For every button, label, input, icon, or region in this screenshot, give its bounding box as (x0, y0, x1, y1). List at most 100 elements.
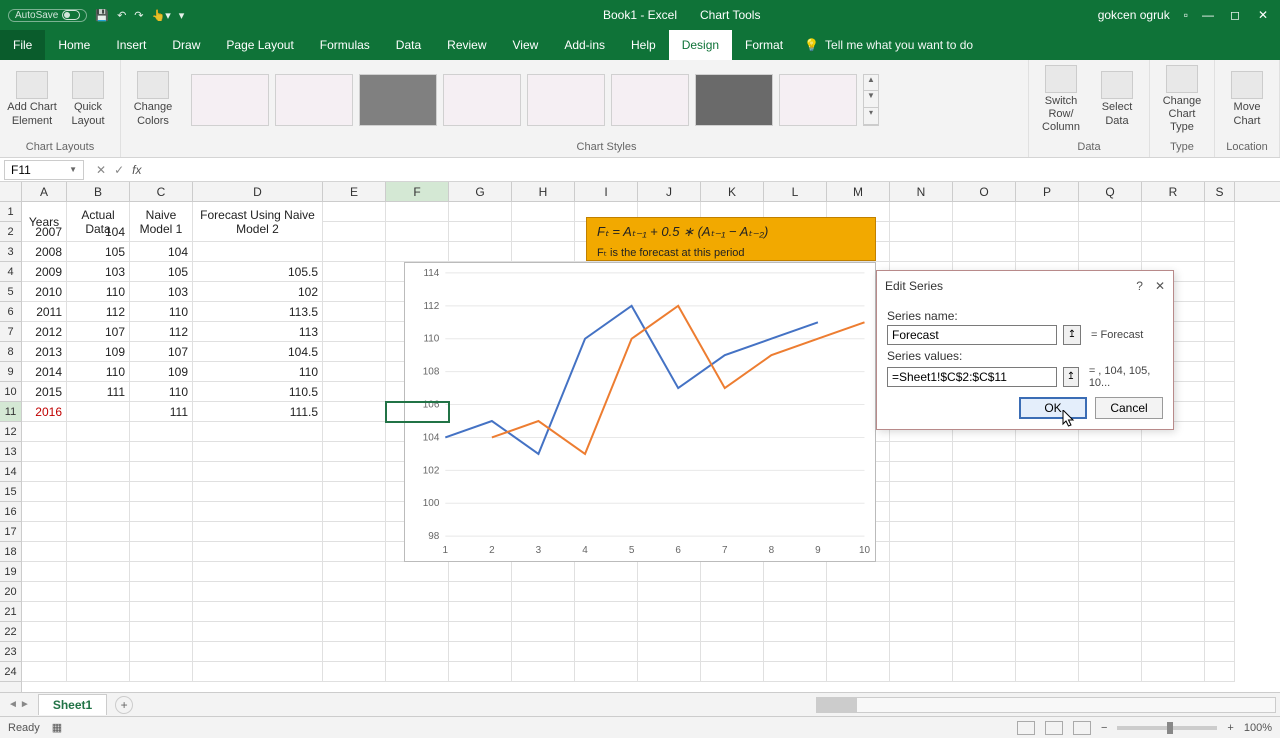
dialog-help-icon[interactable]: ? (1136, 279, 1143, 293)
collapse-range-icon[interactable]: ↥ (1063, 325, 1081, 345)
user-name[interactable]: gokcen ogruk (1098, 8, 1170, 22)
cell-D8[interactable]: 104.5 (193, 342, 323, 362)
cell-A7[interactable]: 2012 (22, 322, 67, 342)
cell-C9[interactable]: 109 (130, 362, 193, 382)
row-header-21[interactable]: 21 (0, 602, 21, 622)
collapse-range-icon[interactable]: ↥ (1063, 367, 1079, 387)
cell-D5[interactable]: 102 (193, 282, 323, 302)
cell-D6[interactable]: 113.5 (193, 302, 323, 322)
dialog-close-icon[interactable]: ✕ (1155, 279, 1165, 293)
row-header-3[interactable]: 3 (0, 242, 21, 262)
cell-B7[interactable]: 107 (67, 322, 130, 342)
row-header-1[interactable]: 1 (0, 202, 21, 222)
customize-qat-icon[interactable]: ▾ (179, 9, 185, 22)
row-header-5[interactable]: 5 (0, 282, 21, 302)
tab-design[interactable]: Design (669, 30, 732, 60)
change-colors-button[interactable]: Change Colors (127, 64, 179, 136)
horizontal-scrollbar[interactable] (133, 697, 1280, 713)
cell-A4[interactable]: 2009 (22, 262, 67, 282)
cell-C7[interactable]: 112 (130, 322, 193, 342)
col-header-C[interactable]: C (130, 182, 193, 201)
col-header-P[interactable]: P (1016, 182, 1079, 201)
cell-B8[interactable]: 109 (67, 342, 130, 362)
row-header-18[interactable]: 18 (0, 542, 21, 562)
row-header-14[interactable]: 14 (0, 462, 21, 482)
col-header-R[interactable]: R (1142, 182, 1205, 201)
col-header-Q[interactable]: Q (1079, 182, 1142, 201)
redo-icon[interactable]: ↷ (134, 9, 143, 22)
cell-A2[interactable]: 2007 (22, 222, 67, 242)
cell-C6[interactable]: 110 (130, 302, 193, 322)
row-header-12[interactable]: 12 (0, 422, 21, 442)
add-sheet-button[interactable]: + (115, 696, 133, 714)
chart-style-gallery[interactable]: ▲▼▾ (191, 74, 879, 126)
col-header-J[interactable]: J (638, 182, 701, 201)
row-header-22[interactable]: 22 (0, 622, 21, 642)
col-header-G[interactable]: G (449, 182, 512, 201)
cell-D4[interactable]: 105.5 (193, 262, 323, 282)
save-icon[interactable]: 💾 (95, 9, 109, 22)
page-break-view-icon[interactable] (1073, 721, 1091, 735)
undo-icon[interactable]: ↶ (117, 9, 126, 22)
sheet-tab-sheet1[interactable]: Sheet1 (38, 694, 107, 715)
ok-button[interactable]: OK (1019, 397, 1087, 419)
cancel-button[interactable]: Cancel (1095, 397, 1163, 419)
zoom-slider[interactable] (1117, 726, 1217, 730)
col-header-D[interactable]: D (193, 182, 323, 201)
col-header-N[interactable]: N (890, 182, 953, 201)
move-chart-button[interactable]: Move Chart (1221, 64, 1273, 136)
cell-A10[interactable]: 2015 (22, 382, 67, 402)
switch-row-column-button[interactable]: Switch Row/ Column (1035, 64, 1087, 136)
select-data-button[interactable]: Select Data (1091, 64, 1143, 136)
name-box[interactable]: F11 ▼ (4, 160, 84, 180)
cell-C10[interactable]: 110 (130, 382, 193, 402)
row-header-20[interactable]: 20 (0, 582, 21, 602)
change-chart-type-button[interactable]: Change Chart Type (1156, 64, 1208, 136)
normal-view-icon[interactable] (1017, 721, 1035, 735)
enter-formula-icon[interactable]: ✓ (114, 163, 124, 177)
style-thumb-2[interactable] (275, 74, 353, 126)
tab-home[interactable]: Home (45, 30, 103, 60)
row-header-24[interactable]: 24 (0, 662, 21, 682)
style-thumb-8[interactable] (779, 74, 857, 126)
gallery-scroll[interactable]: ▲▼▾ (863, 74, 879, 126)
cell-A6[interactable]: 2011 (22, 302, 67, 322)
tab-page-layout[interactable]: Page Layout (213, 30, 306, 60)
style-thumb-4[interactable] (443, 74, 521, 126)
tab-file[interactable]: File (0, 30, 45, 60)
row-header-10[interactable]: 10 (0, 382, 21, 402)
cell-C2[interactable] (130, 222, 193, 242)
close-icon[interactable]: ✕ (1258, 8, 1272, 22)
cell-D7[interactable]: 113 (193, 322, 323, 342)
col-header-M[interactable]: M (827, 182, 890, 201)
style-thumb-1[interactable] (191, 74, 269, 126)
tab-data[interactable]: Data (383, 30, 434, 60)
maximize-icon[interactable]: ◻ (1230, 8, 1244, 22)
cell-D11[interactable]: 111.5 (193, 402, 323, 422)
series-name-input[interactable] (887, 325, 1057, 345)
cell-A9[interactable]: 2014 (22, 362, 67, 382)
cell-D3[interactable] (193, 242, 323, 262)
tell-me-search[interactable]: 💡 Tell me what you want to do (804, 30, 973, 60)
col-header-A[interactable]: A (22, 182, 67, 201)
cell-B5[interactable]: 110 (67, 282, 130, 302)
minimize-icon[interactable]: — (1202, 8, 1216, 22)
style-thumb-7[interactable] (695, 74, 773, 126)
col-header-S[interactable]: S (1205, 182, 1235, 201)
col-header-O[interactable]: O (953, 182, 1016, 201)
col-header-F[interactable]: F (386, 182, 449, 201)
autosave-toggle[interactable]: AutoSave (8, 9, 87, 22)
zoom-in-icon[interactable]: + (1227, 722, 1233, 734)
col-header-B[interactable]: B (67, 182, 130, 201)
cell-B9[interactable]: 110 (67, 362, 130, 382)
active-cell[interactable] (386, 402, 449, 422)
cell-B4[interactable]: 103 (67, 262, 130, 282)
page-layout-view-icon[interactable] (1045, 721, 1063, 735)
tab-view[interactable]: View (500, 30, 552, 60)
dialog-titlebar[interactable]: Edit Series ? ✕ (877, 271, 1173, 301)
tab-help[interactable]: Help (618, 30, 669, 60)
col-header-H[interactable]: H (512, 182, 575, 201)
fx-icon[interactable]: fx (132, 163, 141, 177)
cell-C5[interactable]: 103 (130, 282, 193, 302)
cell-A11[interactable]: 2016 (22, 402, 67, 422)
